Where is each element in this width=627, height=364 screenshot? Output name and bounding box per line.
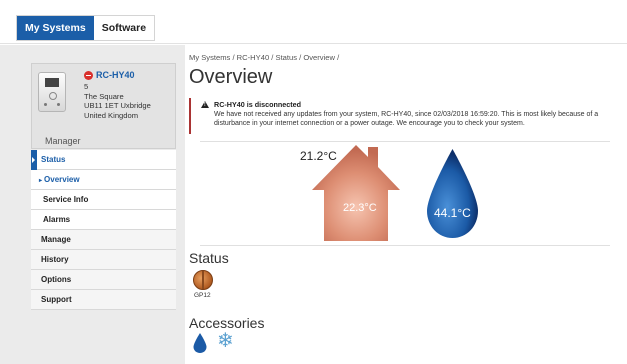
device-role: Manager <box>45 136 81 146</box>
caret-right-icon: ▸ <box>39 178 43 184</box>
sidebar-item-label: Overview <box>44 175 80 184</box>
address-line: United Kingdom <box>84 110 139 120</box>
device-address: 5 The Square UB11 1ET Uxbridge United Ki… <box>84 82 151 120</box>
tab-software[interactable]: Software <box>93 16 155 40</box>
sidebar-item-label: Support <box>41 295 72 304</box>
outdoor-temperature: 21.2°C <box>300 149 337 163</box>
water-drop-icon[interactable] <box>193 333 207 353</box>
chevron-right-icon <box>32 157 35 163</box>
indoor-temperature: 22.3°C <box>343 202 377 214</box>
top-navigation-bar: My Systems Software <box>0 0 627 44</box>
sidebar-item-label: Alarms <box>43 215 71 224</box>
device-name[interactable]: RC-HY40 <box>84 70 135 80</box>
sidebar-item-service-info[interactable]: Service Info <box>31 190 176 210</box>
tab-my-systems[interactable]: My Systems <box>17 16 94 40</box>
divider <box>200 141 610 142</box>
sidebar-item-label: History <box>41 255 69 264</box>
main-tabs: My Systems Software <box>16 15 156 41</box>
sidebar-item-status[interactable]: Status <box>31 150 176 170</box>
alert-title: RC-HY40 is disconnected <box>214 100 302 109</box>
water-drop-icon[interactable] <box>425 149 480 239</box>
stop-icon <box>84 70 93 80</box>
sidebar-item-label: Manage <box>41 235 71 244</box>
warning-icon <box>201 101 209 108</box>
disconnected-alert: RC-HY40 is disconnected We have not rece… <box>189 98 611 134</box>
sidebar-item-manage[interactable]: Manage <box>31 230 176 250</box>
gp12-label: GP12 <box>194 292 211 299</box>
hot-water-temperature: 44.1°C <box>434 206 471 220</box>
sidebar-item-history[interactable]: History <box>31 250 176 270</box>
device-name-label: RC-HY40 <box>96 70 135 80</box>
sidebar-item-options[interactable]: Options <box>31 270 176 290</box>
breadcrumb[interactable]: My Systems / RC-HY40 / Status / Overview… <box>189 53 339 62</box>
sidebar-nav: Status ▸ Overview Service Info Alarms Man… <box>31 150 176 310</box>
alert-body: We have not received any updates from yo… <box>214 111 599 127</box>
thermostat-device-icon <box>38 72 66 112</box>
address-line: UB11 1ET Uxbridge <box>84 101 151 110</box>
sidebar-item-overview[interactable]: ▸ Overview <box>31 170 176 190</box>
address-line: The Square <box>84 91 124 101</box>
sidebar-item-label: Service Info <box>43 195 89 204</box>
snowflake-icon[interactable]: ❄ <box>217 330 234 352</box>
sidebar-item-alarms[interactable]: Alarms <box>31 210 176 230</box>
address-line: 5 <box>84 82 89 91</box>
divider <box>200 245 610 246</box>
sidebar-item-support[interactable]: Support <box>31 290 176 310</box>
sidebar-item-label: Status <box>41 155 66 164</box>
status-section-title: Status <box>189 250 229 266</box>
sidebar-item-label: Options <box>41 275 72 284</box>
device-card[interactable]: RC-HY40 5 The Square UB11 1ET Uxbridge U… <box>31 63 176 149</box>
accessories-section-title: Accessories <box>189 315 265 331</box>
page-title: Overview <box>189 66 273 88</box>
pump-icon[interactable] <box>193 270 213 290</box>
